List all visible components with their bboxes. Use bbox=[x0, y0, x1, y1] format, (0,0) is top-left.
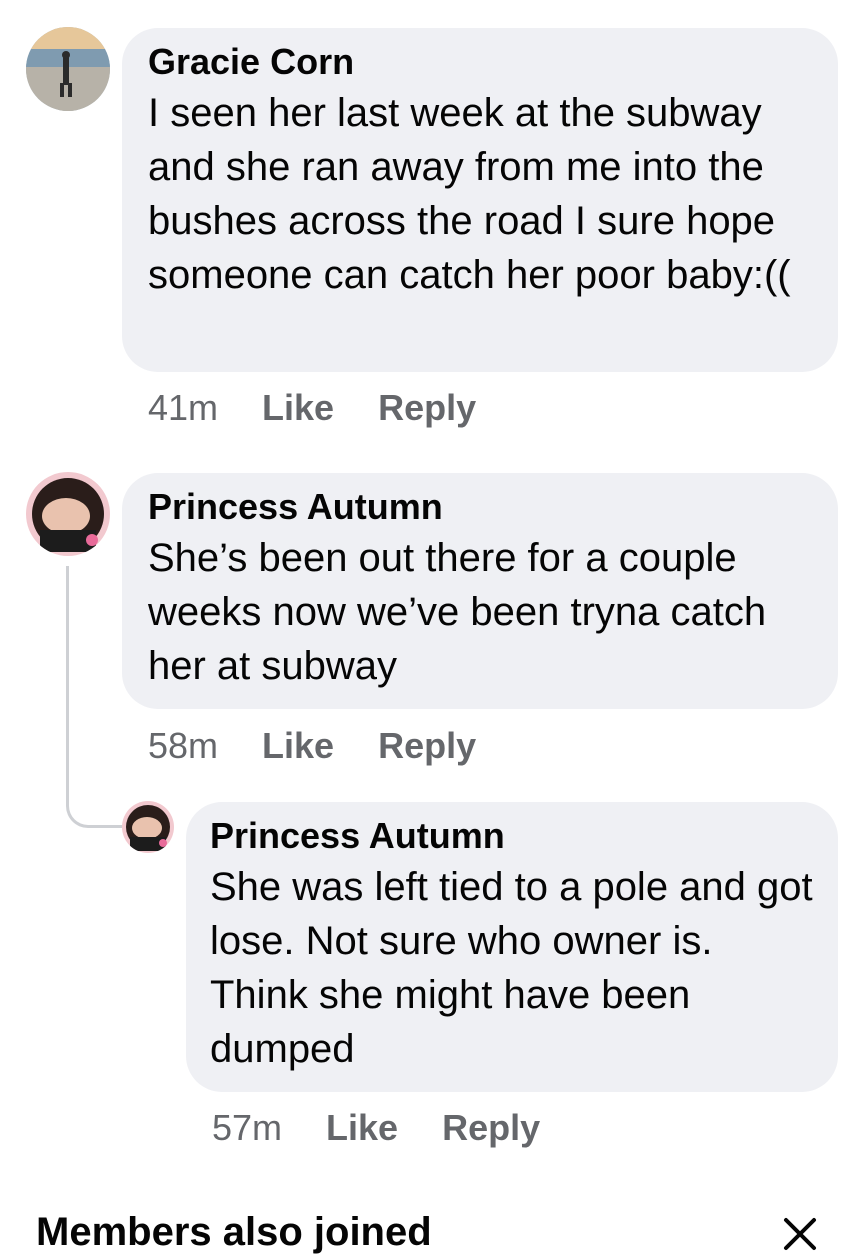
comment-bubble: Princess Autumn She’s been out there for… bbox=[122, 473, 838, 709]
avatar-princess-autumn[interactable] bbox=[26, 472, 110, 556]
comment-bubble: Princess Autumn She was left tied to a p… bbox=[186, 802, 838, 1092]
like-button[interactable]: Like bbox=[262, 726, 334, 766]
comment-bubble: Gracie Corn I seen her last week at the … bbox=[122, 28, 838, 372]
close-icon[interactable] bbox=[780, 1214, 820, 1254]
comment-actions: 57m Like Reply bbox=[212, 1108, 540, 1148]
members-section-title: Members also joined bbox=[36, 1210, 432, 1254]
reply-button[interactable]: Reply bbox=[378, 726, 476, 766]
comment-text: She was left tied to a pole and got lose… bbox=[210, 865, 813, 1071]
reply-button[interactable]: Reply bbox=[378, 388, 476, 428]
like-button[interactable]: Like bbox=[326, 1108, 398, 1148]
reply-button[interactable]: Reply bbox=[442, 1108, 540, 1148]
comment-actions: 41m Like Reply bbox=[148, 388, 476, 428]
comment-text: She’s been out there for a couple weeks … bbox=[148, 536, 767, 688]
comment-timestamp[interactable]: 41m bbox=[148, 388, 218, 428]
comment-author[interactable]: Gracie Corn bbox=[148, 42, 812, 82]
comment-actions: 58m Like Reply bbox=[148, 726, 476, 766]
comment-author[interactable]: Princess Autumn bbox=[148, 487, 812, 527]
avatar-princess-autumn-reply[interactable] bbox=[122, 801, 174, 853]
like-button[interactable]: Like bbox=[262, 388, 334, 428]
avatar-gracie-corn[interactable] bbox=[26, 27, 110, 111]
reply-thread-line bbox=[66, 566, 124, 828]
comment-text: I seen her last week at the subway and s… bbox=[148, 91, 791, 297]
comment-author[interactable]: Princess Autumn bbox=[210, 816, 814, 856]
comment-timestamp[interactable]: 58m bbox=[148, 726, 218, 766]
comment-timestamp[interactable]: 57m bbox=[212, 1108, 282, 1148]
